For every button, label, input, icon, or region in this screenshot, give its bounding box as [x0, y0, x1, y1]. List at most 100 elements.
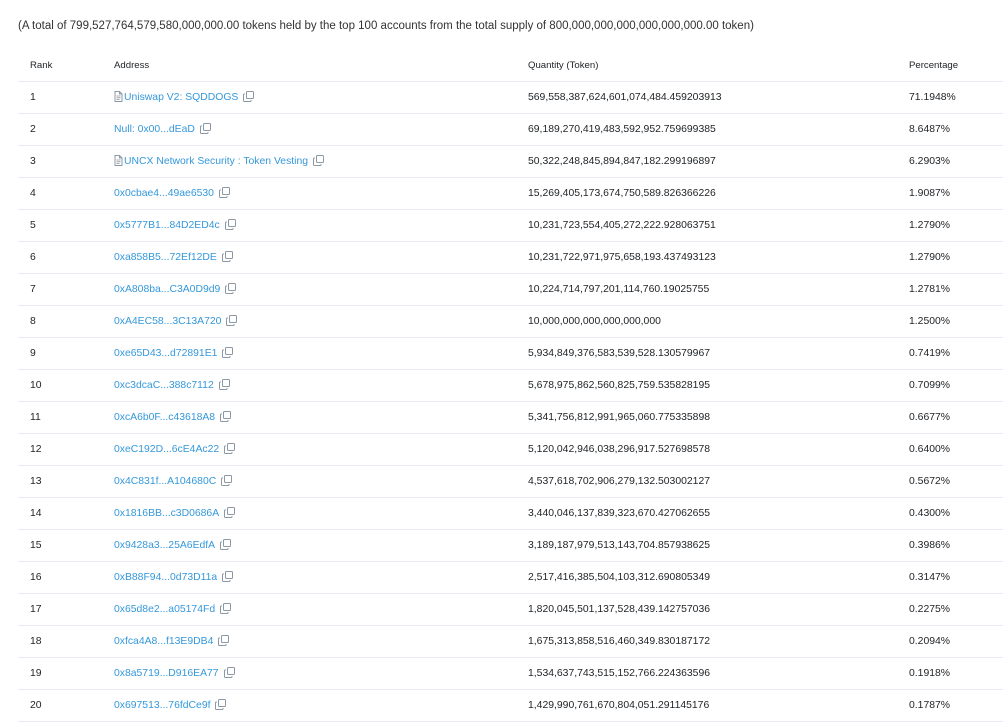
copy-icon[interactable] [218, 378, 230, 393]
copy-icon[interactable] [222, 346, 234, 361]
quantity-cell: 2,517,416,385,504,103,312.690805349 [528, 561, 909, 594]
table-row: 8 0xA4EC58...3C13A720 10,000,000,000,000,0… [18, 305, 1003, 338]
address-cell: 0x9428a3...25A6EdfA [114, 529, 528, 562]
copy-icon[interactable] [221, 250, 233, 265]
percentage-cell: 0.3147% [909, 561, 1003, 594]
rank-cell: 18 [18, 625, 114, 658]
percentage-cell: 0.6400% [909, 433, 1003, 466]
rank-cell: 3 [18, 145, 114, 178]
address-cell: 0xA4EC58...3C13A720 [114, 305, 528, 338]
percentage-cell: 0.5672% [909, 465, 1003, 498]
table-row: 10 0xc3dcaC...388c7112 5,678,975,862,560,8… [18, 369, 1003, 402]
copy-icon[interactable] [224, 506, 236, 521]
table-row: 4 0x0cbae4...49ae6530 15,269,405,173,674,7… [18, 177, 1003, 210]
address-cell: 0xc3dcaC...388c7112 [114, 369, 528, 402]
copy-icon[interactable] [220, 410, 232, 425]
table-row: 15 0x9428a3...25A6EdfA 3,189,187,979,513,1… [18, 529, 1003, 562]
copy-icon[interactable] [226, 314, 238, 329]
address-cell: 0x4C831f...A104680C [114, 465, 528, 498]
percentage-cell: 0.2094% [909, 625, 1003, 658]
rank-cell: 10 [18, 369, 114, 402]
copy-icon[interactable] [199, 122, 211, 137]
quantity-header: Quantity (Token) [528, 50, 909, 82]
table-row: 16 0xB88F94...0d73D11a 2,517,416,385,504,1… [18, 561, 1003, 594]
holder-address-link[interactable]: 0x65d8e2...a05174Fd [114, 604, 215, 615]
copy-icon[interactable] [220, 602, 232, 617]
holder-address-link[interactable]: 0x9428a3...25A6EdfA [114, 540, 215, 551]
quantity-cell: 1,534,637,743,515,152,766.224363596 [528, 657, 909, 690]
holder-address-link[interactable]: 0xeC192D...6cE4Ac22 [114, 444, 219, 455]
holder-address-link[interactable]: 0x4C831f...A104680C [114, 476, 216, 487]
rank-cell: 8 [18, 305, 114, 338]
quantity-cell: 1,429,990,761,670,804,051.291145176 [528, 689, 909, 722]
copy-icon[interactable] [221, 474, 233, 489]
percentage-cell: 1.2781% [909, 273, 1003, 306]
rank-cell: 20 [18, 689, 114, 722]
contract-icon [114, 154, 123, 169]
copy-icon[interactable] [313, 154, 325, 169]
percentage-cell: 0.2275% [909, 593, 1003, 626]
holder-address-link[interactable]: 0xB88F94...0d73D11a [114, 572, 217, 583]
address-cell: Uniswap V2: SQDDOGS [114, 81, 528, 114]
holders-summary: (A total of 799,527,764,579,580,000,000.… [18, 20, 754, 32]
percentage-cell: 1.2500% [909, 305, 1003, 338]
quantity-cell: 50,322,248,845,894,847,182.299196897 [528, 145, 909, 178]
table-row: 19 0x8a5719...D916EA77 1,534,637,743,515,1… [18, 657, 1003, 690]
percentage-cell: 0.1787% [909, 689, 1003, 722]
holder-address-link[interactable]: UNCX Network Security : Token Vesting [124, 156, 308, 167]
rank-cell: 9 [18, 337, 114, 370]
percentage-cell: 1.2790% [909, 241, 1003, 274]
holder-address-link[interactable]: Null: 0x00...dEaD [114, 124, 195, 135]
address-cell: 0x0cbae4...49ae6530 [114, 177, 528, 210]
holder-address-link[interactable]: 0xa858B5...72Ef12DE [114, 252, 217, 263]
address-cell: 0x65d8e2...a05174Fd [114, 593, 528, 626]
table-row: 12 0xeC192D...6cE4Ac22 5,120,042,946,038,2… [18, 433, 1003, 466]
copy-icon[interactable] [218, 186, 230, 201]
percentage-cell: 0.3986% [909, 529, 1003, 562]
percentage-cell: 0.6677% [909, 401, 1003, 434]
holder-address-link[interactable]: 0xA4EC58...3C13A720 [114, 316, 221, 327]
quantity-cell: 4,537,618,702,906,279,132.503002127 [528, 465, 909, 498]
table-row: 5 0x5777B1...84D2ED4c 10,231,723,554,405,2… [18, 209, 1003, 242]
quantity-cell: 15,269,405,173,674,750,589.826366226 [528, 177, 909, 210]
copy-icon[interactable] [243, 90, 255, 105]
holder-address-link[interactable]: 0xfca4A8...f13E9DB4 [114, 636, 213, 647]
holder-address-link[interactable]: Uniswap V2: SQDDOGS [124, 92, 238, 103]
rank-cell: 4 [18, 177, 114, 210]
percentage-cell: 1.9087% [909, 177, 1003, 210]
address-cell: UNCX Network Security : Token Vesting [114, 145, 528, 178]
copy-icon[interactable] [223, 666, 235, 681]
holder-address-link[interactable]: 0xA808ba...C3A0D9d9 [114, 284, 220, 295]
copy-icon[interactable] [220, 538, 232, 553]
holder-address-link[interactable]: 0xc3dcaC...388c7112 [114, 380, 214, 391]
table-row: 1 Uniswap V2: SQDDOGS 569,558,387,624,601,… [18, 81, 1003, 114]
rank-header: Rank [18, 50, 114, 82]
copy-icon[interactable] [222, 570, 234, 585]
table-row: 17 0x65d8e2...a05174Fd 1,820,045,501,137,5… [18, 593, 1003, 626]
address-cell: 0xa858B5...72Ef12DE [114, 241, 528, 274]
rank-cell: 5 [18, 209, 114, 242]
copy-icon[interactable] [224, 442, 236, 457]
holder-address-link[interactable]: 0x8a5719...D916EA77 [114, 668, 219, 679]
holder-address-link[interactable]: 0x5777B1...84D2ED4c [114, 220, 220, 231]
copy-icon[interactable] [218, 634, 230, 649]
address-cell: 0x697513...76fdCe9f [114, 689, 528, 722]
rank-cell: 14 [18, 497, 114, 530]
percentage-cell: 1.2790% [909, 209, 1003, 242]
holder-address-link[interactable]: 0x0cbae4...49ae6530 [114, 188, 214, 199]
holder-address-link[interactable]: 0xcA6b0F...c43618A8 [114, 412, 215, 423]
holder-address-link[interactable]: 0x1816BB...c3D0686A [114, 508, 219, 519]
copy-icon[interactable] [225, 282, 237, 297]
copy-icon[interactable] [224, 218, 236, 233]
holder-address-link[interactable]: 0xe65D43...d72891E1 [114, 348, 217, 359]
table-header-row: Rank Address Quantity (Token) Percentage [18, 50, 1003, 82]
quantity-cell: 10,224,714,797,201,114,760.19025755 [528, 273, 909, 306]
quantity-cell: 5,341,756,812,991,965,060.775335898 [528, 401, 909, 434]
copy-icon[interactable] [215, 698, 227, 713]
holder-address-link[interactable]: 0x697513...76fdCe9f [114, 700, 210, 711]
table-row: 18 0xfca4A8...f13E9DB4 1,675,313,858,516,4… [18, 625, 1003, 658]
quantity-cell: 1,820,045,501,137,528,439.142757036 [528, 593, 909, 626]
percentage-cell: 8.6487% [909, 113, 1003, 146]
rank-cell: 17 [18, 593, 114, 626]
quantity-cell: 69,189,270,419,483,592,952.759699385 [528, 113, 909, 146]
